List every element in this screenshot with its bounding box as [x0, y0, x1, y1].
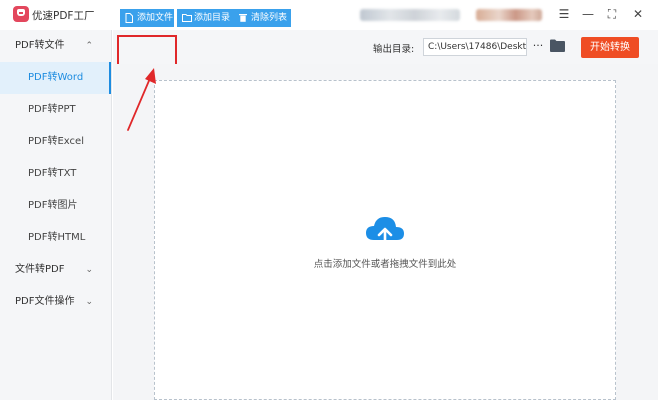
sidebar-group-pdf-operations[interactable]: PDF文件操作 ⌄ — [15, 292, 97, 312]
drop-hint-text: 点击添加文件或者拖拽文件到此处 — [313, 259, 457, 270]
folder-icon[interactable] — [550, 39, 565, 52]
cloud-upload-icon[interactable] — [364, 214, 406, 250]
add-file-label: 添加文件 — [137, 13, 174, 23]
annotation-arrow-icon — [127, 68, 156, 131]
close-button[interactable]: ✕ — [630, 6, 646, 22]
sidebar-group-file-to-pdf[interactable]: 文件转PDF ⌄ — [15, 260, 97, 280]
title-bar: 优速PDF工厂 ☰ — ⛶ ✕ — [0, 0, 658, 30]
sidebar-group-label: 文件转PDF — [15, 264, 65, 275]
trash-icon — [239, 9, 247, 29]
chevron-up-icon: ⌃ — [85, 41, 93, 51]
add-folder-label: 添加目录 — [194, 13, 231, 23]
app-title: 优速PDF工厂 — [32, 10, 95, 22]
sidebar-item-pdf-to-word[interactable]: PDF转Word — [0, 62, 111, 94]
chevron-down-icon: ⌄ — [85, 297, 93, 307]
blurred-user-info — [476, 9, 542, 21]
app-logo-icon — [13, 6, 29, 22]
menu-icon[interactable]: ☰ — [556, 6, 572, 22]
minimize-button[interactable]: — — [580, 6, 596, 22]
clear-list-button[interactable]: 清除列表 — [234, 9, 291, 27]
clear-list-label: 清除列表 — [251, 13, 288, 23]
sidebar-item-pdf-to-image[interactable]: PDF转图片 — [0, 190, 111, 222]
annotation-highlight-box — [117, 35, 177, 67]
sidebar-group-label: PDF文件操作 — [15, 296, 75, 307]
start-convert-button[interactable]: 开始转换 — [581, 37, 639, 58]
sidebar-item-pdf-to-html[interactable]: PDF转HTML — [0, 222, 111, 254]
add-file-button[interactable]: 添加文件 — [120, 9, 174, 27]
output-directory-label: 输出目录: — [373, 44, 415, 55]
maximize-button[interactable]: ⛶ — [604, 6, 620, 22]
folder-outline-icon — [182, 9, 192, 29]
more-options-button[interactable]: ··· — [531, 37, 545, 55]
blurred-account-info — [360, 9, 460, 21]
sidebar-item-pdf-to-txt[interactable]: PDF转TXT — [0, 158, 111, 190]
add-folder-button[interactable]: 添加目录 — [177, 9, 234, 27]
sidebar-group-label: PDF转文件 — [15, 40, 65, 51]
file-icon — [125, 9, 133, 30]
sidebar-item-pdf-to-ppt[interactable]: PDF转PPT — [0, 94, 111, 126]
sidebar-item-pdf-to-excel[interactable]: PDF转Excel — [0, 126, 111, 158]
output-directory-field[interactable]: C:\Users\17486\Deskto — [423, 38, 527, 56]
chevron-down-icon: ⌄ — [85, 265, 93, 275]
sidebar-group-pdf-to-file[interactable]: PDF转文件 ⌃ — [15, 36, 97, 56]
